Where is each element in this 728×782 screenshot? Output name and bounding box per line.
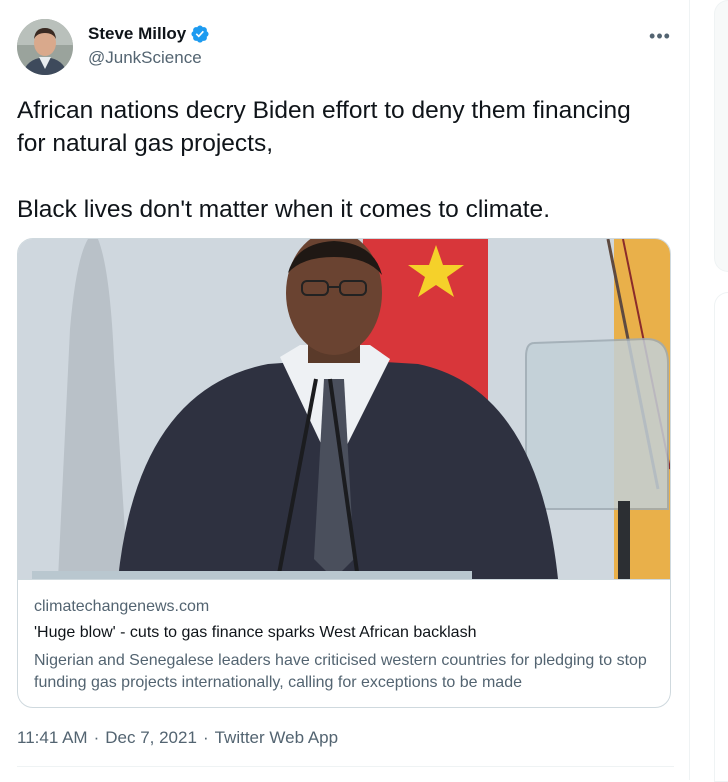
author-row[interactable]: Steve Milloy bbox=[88, 24, 210, 44]
author-name[interactable]: Steve Milloy bbox=[88, 24, 186, 44]
link-card[interactable]: climatechangenews.com 'Huge blow' - cuts… bbox=[17, 238, 671, 708]
tweet-date-link[interactable]: Dec 7, 2021 bbox=[105, 728, 197, 748]
sidebar-edge bbox=[714, 0, 728, 272]
meta-separator-2: · bbox=[202, 728, 209, 747]
card-body[interactable]: climatechangenews.com 'Huge blow' - cuts… bbox=[18, 579, 670, 707]
divider bbox=[17, 766, 674, 767]
tweet-time-link[interactable]: 11:41 AM bbox=[17, 728, 88, 748]
card-image[interactable] bbox=[18, 239, 670, 580]
tweet-source-link[interactable]: Twitter Web App bbox=[215, 728, 338, 748]
tweet-text: African nations decry Biden effort to de… bbox=[17, 97, 631, 223]
card-title: 'Huge blow' - cuts to gas finance sparks… bbox=[34, 624, 477, 641]
more-options-icon[interactable]: ••• bbox=[646, 22, 674, 50]
sidebar-edge-lower bbox=[714, 292, 728, 782]
verified-badge-icon bbox=[191, 25, 209, 43]
meta-separator: · bbox=[93, 728, 100, 747]
avatar[interactable] bbox=[17, 19, 73, 75]
tweet-meta: 11:41 AM · Dec 7, 2021 · Twitter Web App bbox=[17, 728, 338, 748]
column-divider bbox=[689, 0, 690, 780]
author-handle[interactable]: @JunkScience bbox=[88, 48, 202, 68]
card-description: Nigerian and Senegalese leaders have cri… bbox=[34, 652, 647, 691]
card-domain: climatechangenews.com bbox=[34, 598, 210, 615]
